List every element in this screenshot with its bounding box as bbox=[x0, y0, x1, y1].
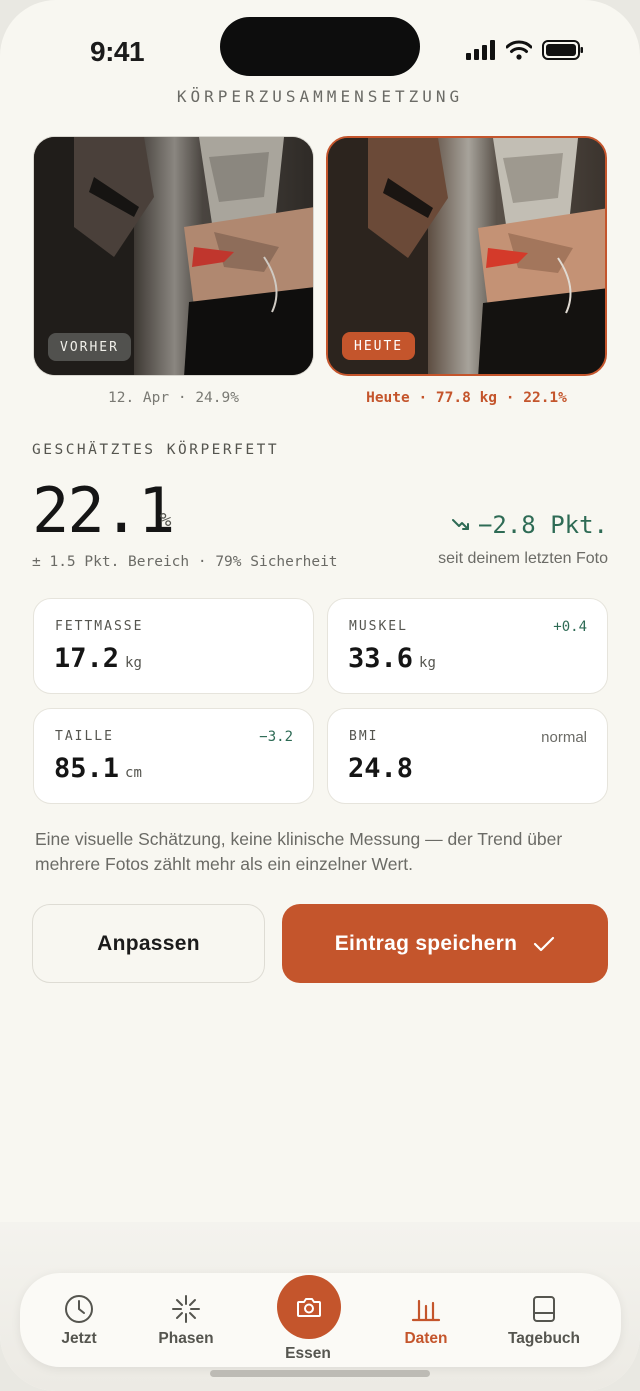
metric-label: FETTMASSE bbox=[55, 619, 144, 634]
after-caption: Heute · 77.8 kg · 22.1% bbox=[366, 390, 567, 406]
after-photo[interactable]: HEUTE bbox=[326, 136, 607, 376]
disclaimer-text: Eine visuelle Schätzung, keine klinische… bbox=[35, 829, 563, 874]
clock-icon bbox=[65, 1295, 93, 1323]
metric-badge: normal bbox=[541, 729, 587, 746]
metric-badge: +0.4 bbox=[553, 619, 587, 635]
metric-badge: −3.2 bbox=[259, 729, 293, 745]
battery-icon bbox=[542, 40, 583, 60]
wifi-icon bbox=[506, 40, 532, 60]
trend-down-icon bbox=[451, 519, 469, 530]
save-entry-button[interactable]: Eintrag speichern bbox=[282, 904, 608, 983]
before-tag: VORHER bbox=[48, 333, 131, 361]
tab-label: Tagebuch bbox=[507, 1330, 581, 1347]
book-icon bbox=[533, 1296, 555, 1322]
home-indicator[interactable] bbox=[210, 1370, 430, 1377]
confidence-range: ± 1.5 Pkt. Bereich · 79% Sicherheit bbox=[32, 554, 338, 570]
checkmark-icon bbox=[534, 936, 555, 951]
adjust-button[interactable]: Anpassen bbox=[32, 904, 265, 983]
body-fat-value: 22.1 bbox=[32, 474, 175, 547]
sparkle-icon bbox=[172, 1295, 200, 1323]
metric-card-fat-mass[interactable]: FETTMASSE 17.2 kg bbox=[33, 598, 314, 694]
metric-card-muscle[interactable]: MUSKEL +0.4 33.6 kg bbox=[327, 598, 608, 694]
camera-button[interactable] bbox=[277, 1275, 341, 1339]
estimate-label: GESCHÄTZTES KÖRPERFETT bbox=[32, 442, 280, 458]
metric-value: 17.2 kg bbox=[54, 643, 142, 674]
tab-bar: Jetzt Phasen Essen Daten Tagebuch bbox=[20, 1273, 621, 1367]
metric-value: 33.6 kg bbox=[348, 643, 436, 674]
metric-card-bmi[interactable]: BMI normal 24.8 bbox=[327, 708, 608, 804]
before-caption: 12. Apr · 24.9% bbox=[108, 390, 239, 406]
metric-value: 85.1 cm bbox=[54, 753, 142, 784]
tab-food-label[interactable]: Essen bbox=[258, 1345, 358, 1363]
tab-now[interactable]: Jetzt bbox=[24, 1273, 134, 1367]
after-tag: HEUTE bbox=[342, 332, 416, 360]
metric-card-waist[interactable]: TAILLE −3.2 85.1 cm bbox=[33, 708, 314, 804]
metric-label: BMI bbox=[349, 729, 379, 744]
metric-unit: kg bbox=[125, 655, 142, 671]
tab-data[interactable]: Daten bbox=[371, 1273, 481, 1367]
bar-chart-icon bbox=[411, 1299, 441, 1322]
metric-label: MUSKEL bbox=[349, 619, 408, 634]
screen-title: KÖRPERZUSAMMENSETZUNG bbox=[176, 87, 464, 106]
body-fat-delta: −2.8 Pkt. bbox=[451, 511, 608, 539]
metric-label: TAILLE bbox=[55, 729, 114, 744]
dynamic-island bbox=[220, 17, 420, 76]
metric-unit: kg bbox=[419, 655, 436, 671]
delta-value: −2.8 Pkt. bbox=[477, 511, 608, 539]
body-fat-unit: % bbox=[160, 509, 172, 531]
phone-screen: 9:41 KÖRPERZUSAMMENSETZUNG VORHER HEUTE … bbox=[0, 0, 640, 1391]
tab-label: Phasen bbox=[158, 1330, 214, 1347]
status-time: 9:41 bbox=[90, 36, 145, 67]
metric-value: 24.8 bbox=[348, 753, 414, 784]
delta-caption: seit deinem letzten Foto bbox=[438, 550, 608, 567]
tab-label: Daten bbox=[404, 1330, 448, 1347]
before-photo[interactable]: VORHER bbox=[33, 136, 314, 376]
status-icons bbox=[466, 40, 584, 60]
camera-icon bbox=[297, 1298, 321, 1317]
tab-journal[interactable]: Tagebuch bbox=[489, 1273, 599, 1367]
adjust-button-label: Anpassen bbox=[97, 931, 200, 955]
save-button-label: Eintrag speichern bbox=[334, 931, 518, 955]
tab-phases[interactable]: Phasen bbox=[131, 1273, 241, 1367]
tab-label: Jetzt bbox=[61, 1330, 97, 1347]
metric-unit: cm bbox=[125, 765, 142, 781]
signal-icon bbox=[466, 40, 495, 60]
